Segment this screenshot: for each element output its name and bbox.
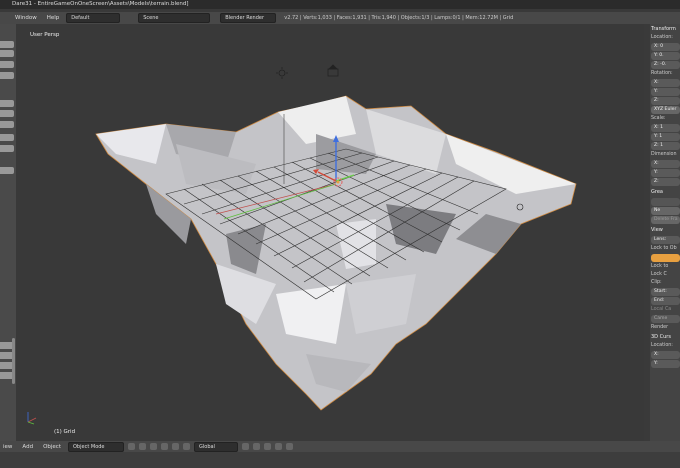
- layer-icon[interactable]: [253, 443, 260, 450]
- location-z-field[interactable]: Z: -0.: [651, 61, 680, 69]
- properties-panel[interactable]: Transform Location: X: 0 Y: 0. Z: -0. Ro…: [644, 24, 680, 441]
- rotate-icon[interactable]: [172, 443, 179, 450]
- tool-button[interactable]: [0, 41, 14, 48]
- clip-end-field[interactable]: End:: [651, 297, 680, 305]
- object-origin: [336, 180, 340, 184]
- camera-icon: [327, 64, 339, 77]
- rotation-x-field[interactable]: X:: [651, 79, 680, 87]
- snap-icon[interactable]: [275, 443, 282, 450]
- menu-help[interactable]: Help: [44, 15, 63, 21]
- shading-icon[interactable]: [128, 443, 135, 450]
- 3d-cursor-header[interactable]: 3D Curs: [651, 332, 680, 342]
- transform-header[interactable]: Transform: [651, 24, 680, 34]
- grease-pencil-header[interactable]: Grea: [651, 187, 680, 197]
- lamp-icon: [276, 67, 288, 79]
- dimension-x-field[interactable]: X:: [651, 160, 680, 168]
- grease-pencil-toolbar[interactable]: [651, 198, 680, 206]
- tool-button[interactable]: [0, 50, 14, 57]
- lock-to-object-label: Lock to Ob: [651, 246, 677, 251]
- layout-select[interactable]: Default: [66, 13, 121, 23]
- cursor-y-field[interactable]: Y:: [651, 360, 680, 368]
- tool-button[interactable]: [0, 121, 14, 128]
- cursor-location-label: Location:: [651, 343, 673, 348]
- lens-field[interactable]: Lens:: [651, 236, 680, 244]
- delete-frame-button[interactable]: Delete Fra: [651, 216, 680, 224]
- location-label: Location:: [651, 35, 673, 40]
- scene-select[interactable]: Scene: [138, 13, 211, 23]
- tool-button[interactable]: [0, 72, 14, 79]
- scene-stats: v2.72 | Verts:1,033 | Faces:1,931 | Tris…: [284, 15, 514, 21]
- tool-button[interactable]: [0, 100, 14, 107]
- tool-button[interactable]: [0, 61, 14, 68]
- local-camera-label: Local Ca: [651, 307, 672, 312]
- rotation-z-field[interactable]: Z:: [651, 97, 680, 105]
- viewport-scene: [27, 64, 577, 425]
- scale-label: Scale:: [651, 116, 666, 121]
- orientation-select[interactable]: Global: [194, 441, 238, 452]
- location-x-field[interactable]: X: 0: [651, 43, 680, 51]
- lock-object-field[interactable]: [651, 254, 680, 262]
- menu-object[interactable]: Object: [40, 444, 64, 450]
- lock-to-cursor-checkbox[interactable]: Lock to: [651, 263, 680, 271]
- tool-button[interactable]: [0, 167, 14, 174]
- rotation-label: Rotation:: [651, 71, 673, 76]
- location-y-field[interactable]: Y: 0.: [651, 52, 680, 60]
- proportional-edit-icon[interactable]: [286, 443, 293, 450]
- title-bar: Dare31 - EntireGameOnOneScreen\Assets\Mo…: [0, 0, 680, 9]
- mode-select[interactable]: Object Mode: [68, 441, 124, 452]
- window-title: Dare31 - EntireGameOnOneScreen\Assets\Mo…: [12, 1, 189, 7]
- menu-view[interactable]: iew: [0, 444, 15, 450]
- 3d-viewport[interactable]: User Persp (1) Grid: [16, 24, 644, 441]
- lock-camera-checkbox[interactable]: Lock C: [651, 271, 680, 279]
- tool-shelf-scrollbar[interactable]: [12, 338, 15, 384]
- tool-shelf[interactable]: [0, 24, 16, 441]
- tool-button[interactable]: [0, 110, 14, 117]
- properties-scrollbar[interactable]: [644, 24, 650, 441]
- menu-window[interactable]: Window: [12, 15, 40, 21]
- tool-button[interactable]: [0, 134, 14, 141]
- viewport-header: iew Add Object Object Mode Global: [0, 441, 680, 452]
- new-layer-button[interactable]: Ne: [651, 207, 680, 215]
- render-only-checkbox[interactable]: Render: [651, 324, 680, 332]
- clip-start-field[interactable]: Start:: [651, 288, 680, 296]
- scale-icon[interactable]: [183, 443, 190, 450]
- dimension-z-field[interactable]: Z:: [651, 178, 680, 186]
- rotation-mode-select[interactable]: XYZ Euler: [651, 106, 680, 114]
- scale-x-field[interactable]: X: 1: [651, 124, 680, 132]
- camera-field[interactable]: Came: [651, 315, 680, 323]
- rotation-y-field[interactable]: Y:: [651, 88, 680, 96]
- scale-z-field[interactable]: Z: 1: [651, 142, 680, 150]
- pivot-icon[interactable]: [139, 443, 146, 450]
- menu-add[interactable]: Add: [19, 444, 36, 450]
- scale-y-field[interactable]: Y: 1: [651, 133, 680, 141]
- clip-label: Clip:: [651, 280, 662, 285]
- render-engine-select[interactable]: Blender Render: [220, 13, 277, 23]
- view-header[interactable]: View: [651, 225, 680, 235]
- cursor-x-field[interactable]: X:: [651, 351, 680, 359]
- dimension-y-field[interactable]: Y:: [651, 169, 680, 177]
- dimensions-label: Dimension: [651, 152, 677, 157]
- manipulator-icon[interactable]: [150, 443, 157, 450]
- tool-button[interactable]: [0, 145, 14, 152]
- translate-icon[interactable]: [161, 443, 168, 450]
- active-object-label: (1) Grid: [54, 429, 76, 435]
- layer-icon[interactable]: [242, 443, 249, 450]
- axis-widget: [27, 412, 37, 425]
- layer-icon[interactable]: [264, 443, 271, 450]
- info-header: Window Help Default Scene Blender Render…: [0, 12, 680, 24]
- timeline-area[interactable]: [0, 452, 680, 468]
